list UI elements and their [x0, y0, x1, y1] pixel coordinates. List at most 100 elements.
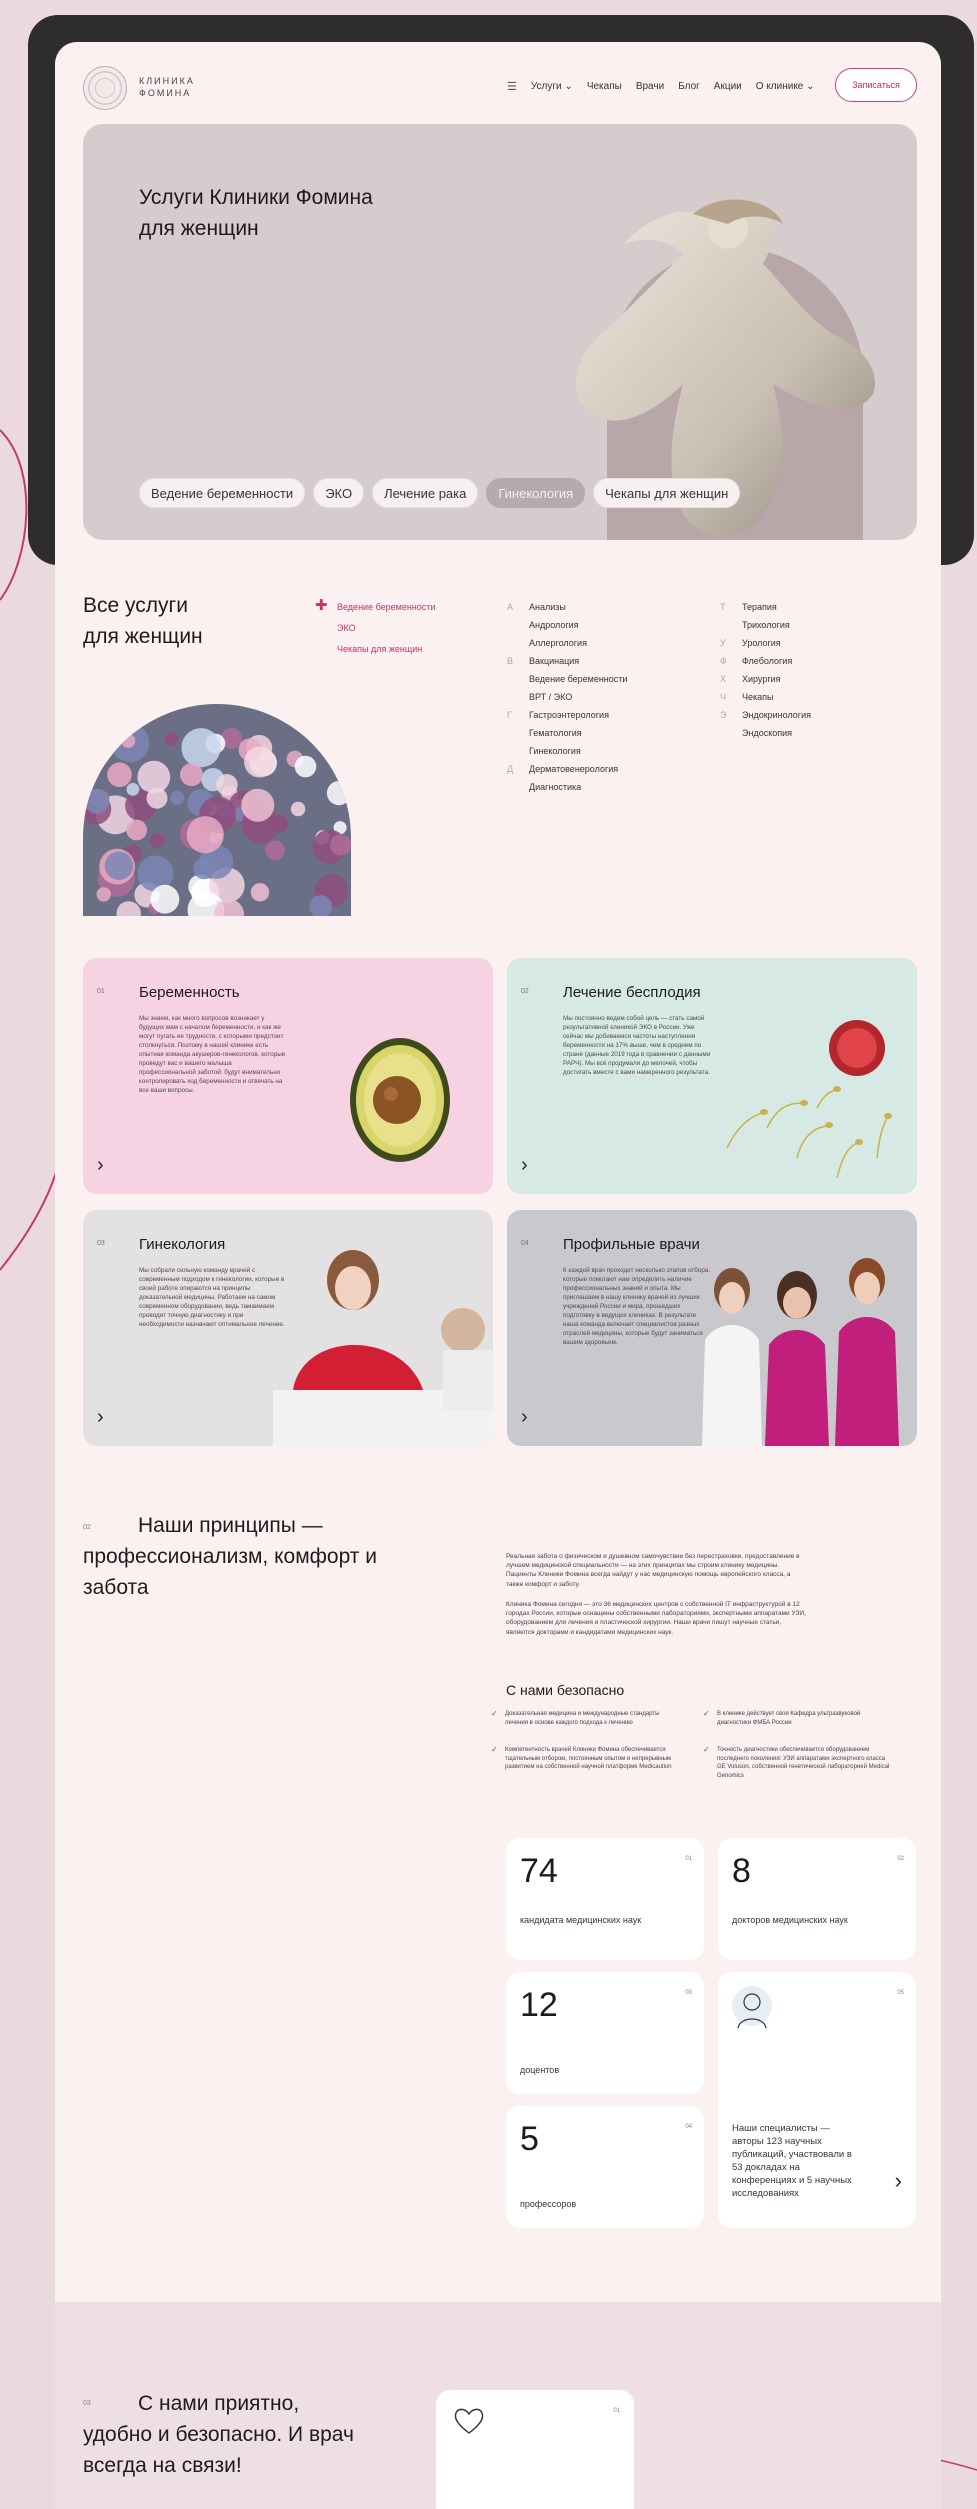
- feature-card: 01: [436, 2390, 634, 2509]
- card-number: 01: [97, 988, 105, 995]
- arrow-icon[interactable]: ›: [521, 1154, 528, 1177]
- card-title: Беременность: [139, 984, 240, 1001]
- hero-service-pills: Ведение беременности ЭКО Лечение рака Ги…: [139, 478, 741, 508]
- letter-index: [507, 742, 529, 760]
- check-item: ✓ В клинике действует своя Кафедра ультра…: [703, 1709, 861, 1726]
- card-text: Мы собрали сильную команду врачей с совр…: [139, 1267, 285, 1328]
- arrow-icon[interactable]: ›: [521, 1406, 528, 1429]
- service-link[interactable]: Эндоскопия: [720, 724, 811, 742]
- card-gynecology[interactable]: 03 Гинекология Мы собрали сильную команд…: [83, 1210, 493, 1446]
- letter-index: Ч: [720, 692, 726, 702]
- card-doctors[interactable]: 04 Профильные врачи К каждой врач проход…: [507, 1210, 917, 1446]
- stat-publications[interactable]: 05 Наши специалисты — авторы 123 научных…: [718, 1972, 916, 2228]
- pill-checkups-women[interactable]: Чекапы для женщин: [593, 478, 741, 508]
- service-link[interactable]: Э Эндокринология: [720, 706, 811, 724]
- card-pregnancy[interactable]: 01 Беременность Мы знаем, как много вопр…: [83, 958, 493, 1194]
- services-column-t-e: Т Терапия Трихология У Урология Ф Флебология Х Х…: [720, 598, 811, 742]
- check-item: ✓ Доказательная медицина и международные …: [491, 1709, 660, 1726]
- all-services-title: Все услуги для женщин: [83, 594, 203, 648]
- web-page: КЛИНИКА ФОМИНА ☰ Услуги ⌄ Чекапы Врачи Б…: [55, 42, 941, 2509]
- service-link[interactable]: Ч Чекапы: [720, 688, 811, 706]
- check-item: ✓ Точность диагностики обеспечивается обо…: [703, 1745, 890, 1779]
- check-icon: ✓: [703, 1745, 710, 1754]
- service-label: Ведение беременности: [529, 674, 628, 684]
- letter-index: Г: [507, 710, 512, 720]
- service-label: Эндоскопия: [742, 728, 793, 738]
- service-link[interactable]: Андрология: [507, 616, 627, 634]
- card-text: Мы постоянно ведем собой цель — стать са…: [563, 1015, 711, 1076]
- category-checkups[interactable]: Чекапы для женщин: [337, 639, 435, 660]
- service-link[interactable]: ВРТ / ЭКО: [507, 688, 627, 706]
- card-number: 01: [613, 2408, 620, 2414]
- service-link[interactable]: Диагностика: [507, 778, 627, 796]
- service-label: Гастроэнтерология: [529, 710, 609, 720]
- nav-item-doctors[interactable]: Врачи: [636, 81, 664, 92]
- menu-lines-icon[interactable]: ☰: [507, 80, 517, 93]
- book-appointment-button[interactable]: Записаться: [835, 68, 917, 102]
- letter-index: [720, 616, 742, 634]
- letter-index: Ф: [720, 656, 727, 666]
- category-pregnancy[interactable]: Ведение беременности: [337, 597, 435, 618]
- letter-index: В: [507, 656, 514, 666]
- letter-index: [507, 688, 529, 706]
- nav-item-promotions[interactable]: Акции: [714, 81, 742, 92]
- letter-index: Э: [720, 710, 727, 720]
- flowers-image: [83, 704, 351, 916]
- card-title: Профильные врачи: [563, 1236, 700, 1253]
- check-item: ✓ Компетентность врачей Клиники Фомина об…: [491, 1745, 672, 1770]
- service-link[interactable]: Д Дерматовенерология: [507, 760, 627, 778]
- service-link[interactable]: Х Хирургия: [720, 670, 811, 688]
- main-nav: ☰ Услуги ⌄ Чекапы Врачи Блог Акции О кли…: [507, 80, 815, 93]
- logo-text[interactable]: КЛИНИКА ФОМИНА: [139, 75, 195, 99]
- service-link[interactable]: Гематология: [507, 724, 627, 742]
- pill-ivf[interactable]: ЭКО: [313, 478, 365, 508]
- service-link[interactable]: А Анализы: [507, 598, 627, 616]
- principles-paragraph-2: Клиника Фомина сегодня — это 36 медицинс…: [506, 1601, 806, 1636]
- service-link[interactable]: Гинекология: [507, 742, 627, 760]
- letter-index: [507, 778, 529, 796]
- scientist-illustration-icon: [732, 1986, 772, 2029]
- check-icon: ✓: [491, 1745, 498, 1754]
- service-link[interactable]: Ведение беременности: [507, 670, 627, 688]
- nav-item-checkups[interactable]: Чекапы: [587, 81, 622, 92]
- service-link[interactable]: Трихология: [720, 616, 811, 634]
- card-text: Мы знаем, как много вопросов возникает у…: [139, 1015, 286, 1094]
- card-title: Гинекология: [139, 1236, 226, 1253]
- pill-cancer-treatment[interactable]: Лечение рака: [372, 478, 479, 508]
- nav-item-blog[interactable]: Блог: [678, 81, 700, 92]
- clinic-logo-icon[interactable]: [83, 66, 127, 110]
- service-link[interactable]: Аллергология: [507, 634, 627, 652]
- nav-item-about[interactable]: О клинике ⌄: [756, 81, 815, 92]
- heart-icon: [454, 2408, 484, 2434]
- service-link[interactable]: Ф Флебология: [720, 652, 811, 670]
- service-label: Эндокринология: [742, 710, 811, 720]
- service-label: Гинекология: [529, 746, 581, 756]
- category-ivf[interactable]: ЭКО: [337, 618, 435, 639]
- stat-professors: 5 04 профессоров: [506, 2106, 704, 2228]
- service-link[interactable]: У Урология: [720, 634, 811, 652]
- card-number: 02: [521, 988, 529, 995]
- pill-gynecology[interactable]: Гинекология: [486, 478, 586, 508]
- service-link[interactable]: Т Терапия: [720, 598, 811, 616]
- site-header: КЛИНИКА ФОМИНА ☰ Услуги ⌄ Чекапы Врачи Б…: [55, 42, 941, 122]
- bottom-title: С нами приятно, удобно и безопасно. И вр…: [83, 2392, 354, 2477]
- card-number: 03: [97, 1240, 105, 1247]
- service-categories: ✚ Ведение беременности ЭКО Чекапы для же…: [315, 597, 435, 660]
- hero-title: Услуги Клиники Фомина для женщин: [139, 186, 373, 240]
- principles-title: Наши принципы — профессионализм, комфорт…: [83, 1514, 377, 1599]
- letter-index: А: [507, 602, 514, 612]
- arrow-icon[interactable]: ›: [97, 1406, 104, 1429]
- nav-item-services[interactable]: Услуги ⌄: [531, 81, 573, 92]
- arrow-icon[interactable]: ›: [895, 2168, 902, 2194]
- letter-index: Д: [507, 764, 514, 774]
- pomegranate-image: [726, 1020, 892, 1179]
- service-label: Чекапы: [742, 692, 774, 702]
- pill-pregnancy[interactable]: Ведение беременности: [139, 478, 306, 508]
- service-link[interactable]: Г Гастроэнтерология: [507, 706, 627, 724]
- arrow-icon[interactable]: ›: [97, 1154, 104, 1177]
- safe-title: С нами безопасно: [506, 1682, 625, 1698]
- avocado-image: [350, 1038, 450, 1162]
- card-infertility[interactable]: 02 Лечение бесплодия Мы постоянно ведем …: [507, 958, 917, 1194]
- stat-candidates: 74 01 кандидата медицинских наук: [506, 1838, 704, 1960]
- service-link[interactable]: В Вакцинация: [507, 652, 627, 670]
